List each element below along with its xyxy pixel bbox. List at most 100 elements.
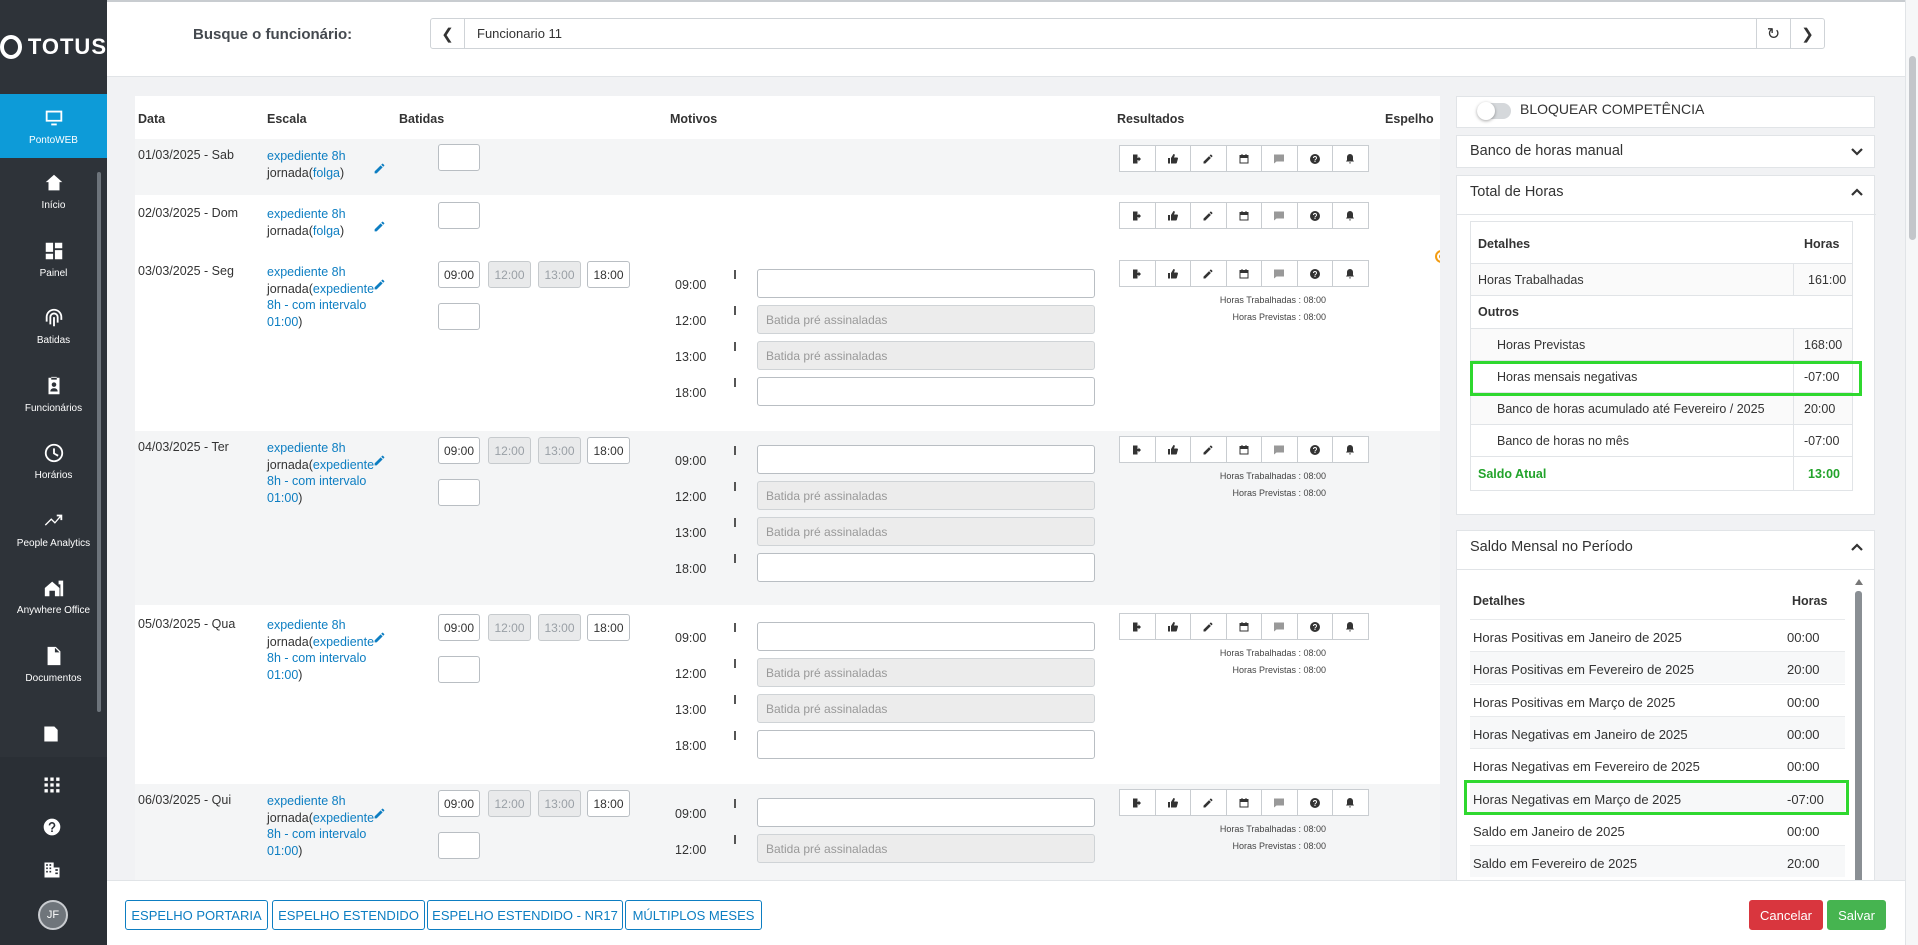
calendar-icon[interactable] <box>1225 260 1262 287</box>
bell-icon[interactable] <box>1332 789 1369 816</box>
thumbs-up-icon[interactable] <box>1154 789 1191 816</box>
motivo-input[interactable] <box>757 377 1095 406</box>
next-employee-button[interactable]: ❯ <box>1790 19 1824 48</box>
edit-icon[interactable] <box>1190 202 1227 229</box>
save-button[interactable]: Salvar <box>1827 900 1886 930</box>
batida-input[interactable]: 09:00 <box>438 790 480 817</box>
batida-input-extra[interactable] <box>438 144 480 171</box>
help-icon[interactable] <box>41 816 63 838</box>
batida-input[interactable]: 09:00 <box>438 261 480 288</box>
question-icon[interactable] <box>1296 613 1333 640</box>
bell-icon[interactable] <box>1332 613 1369 640</box>
scroll-up-arrow-icon[interactable] <box>1855 579 1863 585</box>
question-icon[interactable] <box>1296 202 1333 229</box>
motivo-input[interactable] <box>757 269 1095 298</box>
motivo-input[interactable] <box>757 553 1095 582</box>
jornada-link[interactable]: expediente <box>313 282 374 296</box>
sidebar-item-painel[interactable]: Painel <box>0 226 107 294</box>
espelho-estendido-nr17-button[interactable]: ESPELHO ESTENDIDO - NR17 <box>427 900 623 930</box>
thumbs-up-icon[interactable] <box>1154 145 1191 172</box>
comment-icon[interactable] <box>1261 789 1298 816</box>
door-exit-icon[interactable] <box>1119 613 1156 640</box>
jornada-link[interactable]: expediente <box>313 635 374 649</box>
chevron-up-icon[interactable] <box>1850 540 1864 554</box>
sidebar-item-funcionarios[interactable]: Funcionários <box>0 361 107 429</box>
sidebar-item-pontoweb[interactable]: PontoWEB <box>0 94 107 158</box>
edit-icon[interactable] <box>1190 260 1227 287</box>
sidebar-item-anywhere-office[interactable]: Anywhere Office <box>0 563 107 631</box>
report-icon[interactable] <box>41 724 63 746</box>
edit-pencil-icon[interactable] <box>373 162 387 176</box>
escala-link[interactable]: expediente 8h <box>267 441 346 455</box>
jornada-link[interactable]: 8h - com intervalo <box>267 474 366 488</box>
escala-link[interactable]: expediente 8h <box>267 265 346 279</box>
sidebar-item-batidas[interactable]: Batidas <box>0 293 107 361</box>
door-exit-icon[interactable] <box>1119 260 1156 287</box>
edit-pencil-icon[interactable] <box>373 278 387 292</box>
edit-pencil-icon[interactable] <box>373 631 387 645</box>
escala-link[interactable]: expediente 8h <box>267 207 346 221</box>
escala-link[interactable]: expediente 8h <box>267 618 346 632</box>
batida-input[interactable]: 18:00 <box>587 261 630 288</box>
previous-employee-button[interactable]: ❮ <box>431 19 465 48</box>
comment-icon[interactable] <box>1261 202 1298 229</box>
sidebar-item-documentos[interactable]: Documentos <box>0 631 107 699</box>
escala-link[interactable]: expediente 8h <box>267 794 346 808</box>
mensal-scrollbar[interactable] <box>1854 579 1863 881</box>
thumbs-up-icon[interactable] <box>1154 260 1191 287</box>
jornada-link[interactable]: 8h - com intervalo <box>267 298 366 312</box>
escala-link[interactable]: expediente 8h <box>267 149 346 163</box>
thumbs-up-icon[interactable] <box>1154 202 1191 229</box>
bell-icon[interactable] <box>1332 436 1369 463</box>
comment-icon[interactable] <box>1261 260 1298 287</box>
door-exit-icon[interactable] <box>1119 789 1156 816</box>
apps-grid-icon[interactable] <box>41 774 63 796</box>
motivo-input[interactable] <box>757 798 1095 827</box>
jornada-link[interactable]: folga <box>313 166 340 180</box>
edit-pencil-icon[interactable] <box>373 220 387 234</box>
thumbs-up-icon[interactable] <box>1154 436 1191 463</box>
scroll-thumb[interactable] <box>1855 591 1862 881</box>
bell-icon[interactable] <box>1332 202 1369 229</box>
jornada-link[interactable]: expediente <box>313 458 374 472</box>
sidebar-scrollbar[interactable] <box>97 172 101 712</box>
batida-input[interactable]: 18:00 <box>587 437 630 464</box>
question-icon[interactable] <box>1296 260 1333 287</box>
jornada-link[interactable]: 8h - com intervalo <box>267 827 366 841</box>
page-scrollbar[interactable] <box>1905 0 1918 945</box>
calendar-icon[interactable] <box>1225 202 1262 229</box>
batida-input[interactable]: 09:00 <box>438 437 480 464</box>
calendar-icon[interactable] <box>1225 789 1262 816</box>
sidebar-item-inicio[interactable]: Início <box>0 158 107 226</box>
calendar-icon[interactable] <box>1225 613 1262 640</box>
chevron-down-icon[interactable] <box>1850 145 1864 159</box>
motivo-input[interactable] <box>757 622 1095 651</box>
sidebar-item-horarios[interactable]: Horários <box>0 428 107 496</box>
jornada-link[interactable]: 01:00 <box>267 668 298 682</box>
question-icon[interactable] <box>1296 436 1333 463</box>
employee-value[interactable]: Funcionario 11 <box>477 26 562 41</box>
espelho-portaria-button[interactable]: ESPELHO PORTARIA <box>125 900 268 930</box>
batida-input-extra[interactable] <box>438 202 480 229</box>
multiplos-meses-button[interactable]: MÚLTIPLOS MESES <box>625 900 762 930</box>
bloquear-toggle[interactable] <box>1477 102 1511 120</box>
refresh-button[interactable]: ↻ <box>1756 19 1790 48</box>
thumbs-up-icon[interactable] <box>1154 613 1191 640</box>
bell-icon[interactable] <box>1332 145 1369 172</box>
question-icon[interactable] <box>1296 145 1333 172</box>
sidebar-item-people-analytics[interactable]: People Analytics <box>0 496 107 564</box>
page-scroll-thumb[interactable] <box>1909 56 1916 240</box>
espelho-estendido-button[interactable]: ESPELHO ESTENDIDO <box>272 900 425 930</box>
door-exit-icon[interactable] <box>1119 202 1156 229</box>
batida-input-extra[interactable] <box>438 303 480 330</box>
bell-icon[interactable] <box>1332 260 1369 287</box>
batida-input[interactable]: 09:00 <box>438 614 480 641</box>
question-icon[interactable] <box>1296 789 1333 816</box>
door-exit-icon[interactable] <box>1119 145 1156 172</box>
chevron-up-icon[interactable] <box>1850 185 1864 199</box>
batida-input[interactable]: 18:00 <box>587 614 630 641</box>
employee-selector[interactable]: ❮ Funcionario 11 ↻ ❯ <box>430 18 1825 49</box>
batida-input[interactable]: 18:00 <box>587 790 630 817</box>
cancel-button[interactable]: Cancelar <box>1749 900 1823 930</box>
jornada-link[interactable]: 01:00 <box>267 844 298 858</box>
